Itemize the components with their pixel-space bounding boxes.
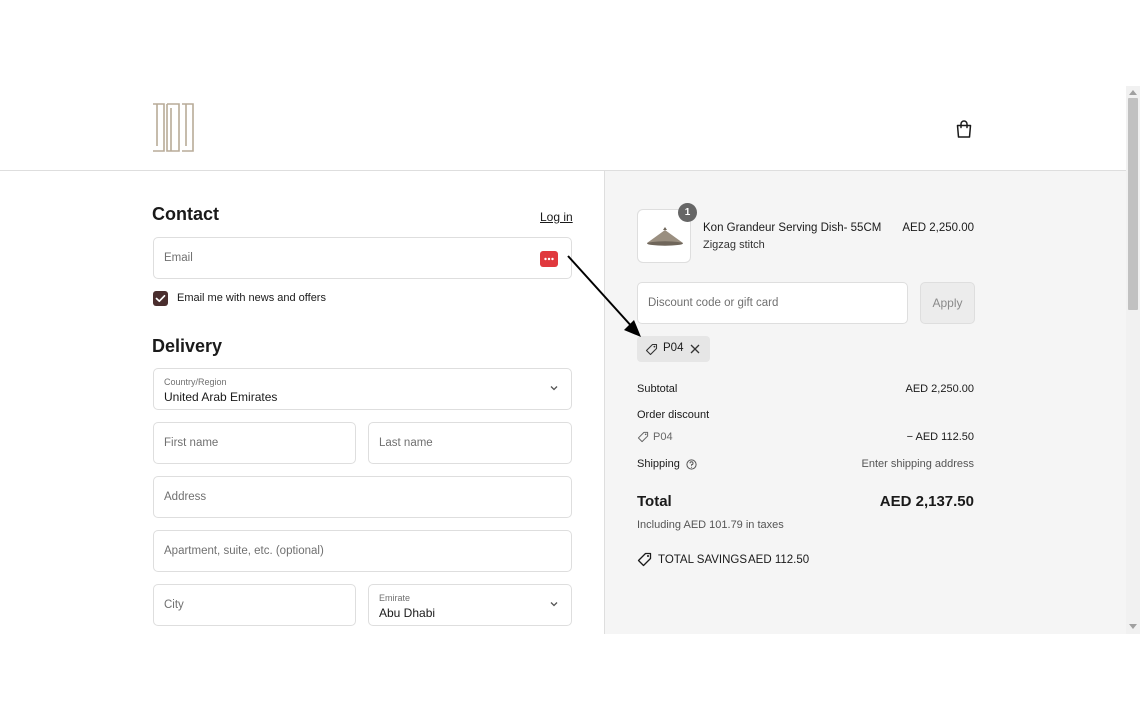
first-name-placeholder: First name [164,437,219,449]
country-value: United Arab Emirates [164,390,278,404]
email-field[interactable]: Email [153,237,572,279]
taxes-note: Including AED 101.79 in taxes [637,519,784,531]
apartment-placeholder: Apartment, suite, etc. (optional) [164,545,324,557]
product-variant: Zigzag stitch [703,239,765,251]
savings-label: TOTAL SAVINGS [658,554,748,566]
emirate-select[interactable]: Emirate Abu Dhabi [368,584,572,626]
product-name: Kon Grandeur Serving Dish- 55CM [703,222,882,234]
shopping-bag-icon[interactable] [954,119,974,139]
scroll-down-arrow[interactable] [1129,624,1137,629]
applied-discount-tag: P04 [637,336,710,362]
apartment-field[interactable]: Apartment, suite, etc. (optional) [153,530,572,572]
password-manager-icon[interactable] [540,251,558,267]
discount-code: P04 [653,431,673,443]
applied-code: P04 [663,342,684,354]
shipping-value: Enter shipping address [861,458,974,470]
subtotal-label: Subtotal [637,383,678,395]
total-value: AED 2,137.50 [879,493,974,510]
country-label: Country/Region [164,377,227,387]
site-header [0,86,1126,171]
order-summary: 1 Kon Grandeur Serving Dish- 55CM Zigzag… [604,171,1126,634]
chevron-down-icon [550,386,558,391]
help-icon[interactable] [686,459,697,470]
tag-icon [637,431,649,443]
scrollbar[interactable] [1126,86,1140,634]
newsletter-checkbox[interactable] [153,291,168,306]
tag-icon [645,343,658,356]
total-label: Total [637,493,672,510]
subtotal-value: AED 2,250.00 [905,383,975,395]
checkout-page: Contact Log in Email Email me with news … [0,86,1140,634]
login-link[interactable]: Log in [540,210,573,224]
address-field[interactable]: Address [153,476,572,518]
newsletter-label: Email me with news and offers [177,292,326,304]
close-icon[interactable] [690,344,700,354]
savings-tag-icon [637,552,652,567]
discount-code-input[interactable]: Discount code or gift card [637,282,908,324]
savings-value: AED 112.50 [748,554,810,566]
emirate-label: Emirate [379,593,411,603]
country-select[interactable]: Country/Region United Arab Emirates [153,368,572,410]
first-name-field[interactable]: First name [153,422,356,464]
discount-placeholder: Discount code or gift card [648,297,779,309]
contact-title: Contact [152,204,219,224]
last-name-placeholder: Last name [379,437,433,449]
emirate-value: Abu Dhabi [379,606,436,620]
order-discount-label: Order discount [637,409,710,421]
city-placeholder: City [164,599,184,611]
last-name-field[interactable]: Last name [368,422,572,464]
address-placeholder: Address [164,491,207,503]
discount-value: − AED 112.50 [906,431,974,443]
scroll-thumb[interactable] [1128,98,1138,310]
email-placeholder: Email [164,252,193,264]
product-price: AED 2,250.00 [902,222,974,234]
delivery-title: Delivery [152,336,223,356]
checkout-form: Contact Log in Email Email me with news … [0,171,604,634]
chevron-down-icon [550,602,558,607]
brand-logo[interactable] [152,102,194,154]
apply-button[interactable]: Apply [920,282,975,324]
shipping-label: Shipping [637,458,680,470]
quantity-badge: 1 [678,203,697,222]
scroll-up-arrow[interactable] [1129,90,1137,95]
city-field[interactable]: City [153,584,356,626]
